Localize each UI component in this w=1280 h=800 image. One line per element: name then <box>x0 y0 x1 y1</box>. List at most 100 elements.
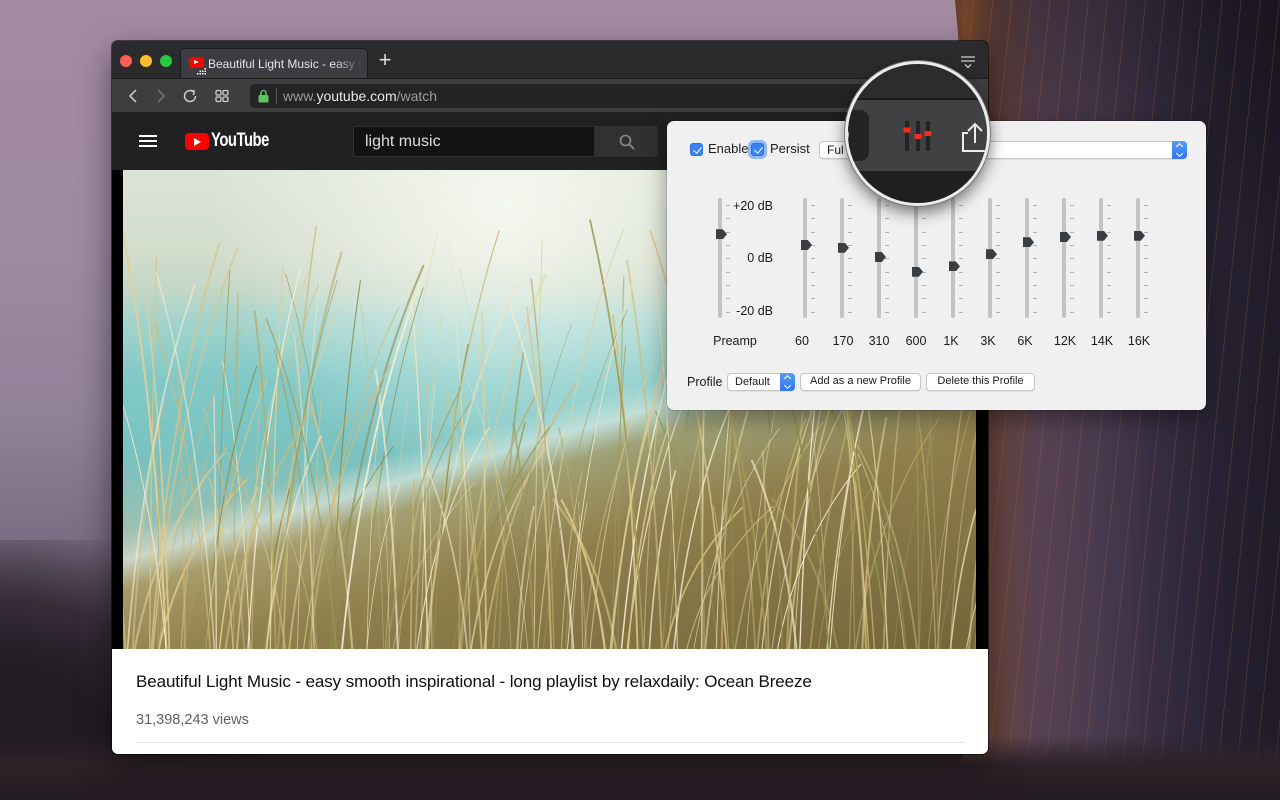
share-icon[interactable] <box>961 121 990 153</box>
slider-handle[interactable] <box>875 252 886 262</box>
address-separator <box>276 88 277 104</box>
slider-tick <box>1107 218 1111 220</box>
slider-track[interactable] <box>951 198 955 318</box>
slider-band-12k[interactable] <box>1060 198 1082 318</box>
slider-tick <box>848 271 852 273</box>
slider-track[interactable] <box>803 198 807 318</box>
slider-band-14k[interactable] <box>1097 198 1119 318</box>
back-icon[interactable] <box>126 88 142 104</box>
forward-icon[interactable] <box>152 88 168 104</box>
magnified-bookmark-icon <box>848 123 849 147</box>
slider-tick <box>1070 298 1074 300</box>
slider-track[interactable] <box>1025 198 1029 318</box>
delete-profile-button[interactable]: Delete this Profile <box>926 373 1035 391</box>
slider-track[interactable] <box>1136 198 1140 318</box>
slider-band-310[interactable] <box>875 198 897 318</box>
slider-band-1k[interactable] <box>949 198 971 318</box>
tab-active[interactable]: Beautiful Light Music - easy s <box>180 48 368 78</box>
slider-track[interactable] <box>1062 198 1066 318</box>
slider-tick <box>959 205 963 206</box>
youtube-favicon-icon <box>189 57 204 68</box>
profile-select-value: Default <box>735 376 770 388</box>
slider-tick <box>726 271 730 273</box>
slider-track[interactable] <box>718 198 722 318</box>
slider-tick <box>959 311 963 313</box>
equalizer-extension-icon[interactable] <box>901 119 935 153</box>
hamburger-menu-icon[interactable] <box>139 134 157 148</box>
slider-handle[interactable] <box>1060 232 1071 242</box>
slider-tick <box>922 311 926 313</box>
slider-tick <box>811 258 815 260</box>
slider-tick <box>1107 311 1111 313</box>
slider-tick <box>1144 271 1148 273</box>
slider-tick <box>922 218 926 220</box>
reload-icon[interactable] <box>182 88 198 104</box>
slider-tick <box>1033 298 1037 300</box>
slider-track[interactable] <box>840 198 844 318</box>
slider-tick <box>1070 271 1074 273</box>
minimize-window-button[interactable] <box>140 55 152 67</box>
search-button[interactable] <box>594 126 658 157</box>
slider-tick <box>885 285 889 286</box>
slider-tick <box>885 258 889 260</box>
slider-tick <box>811 298 815 300</box>
slider-tick <box>996 285 1000 286</box>
slider-band-16k[interactable] <box>1134 198 1156 318</box>
close-window-button[interactable] <box>120 55 132 67</box>
slider-tick <box>1144 258 1148 260</box>
new-tab-button[interactable]: + <box>375 48 395 72</box>
slider-tick <box>996 245 1000 246</box>
slider-handle[interactable] <box>912 266 923 277</box>
tab-grid-icon[interactable] <box>214 88 230 104</box>
zoom-window-button[interactable] <box>160 55 172 67</box>
slider-tick <box>1107 285 1111 286</box>
slider-tick <box>811 271 815 273</box>
slider-tick <box>726 285 730 286</box>
slider-tick <box>959 271 963 273</box>
youtube-logo-text[interactable]: YouTube <box>211 130 269 152</box>
slider-band-600[interactable] <box>912 198 934 318</box>
slider-band-3k[interactable] <box>986 198 1008 318</box>
slider-tick <box>996 298 1000 300</box>
add-profile-button[interactable]: Add as a new Profile <box>800 373 921 391</box>
slider-tick <box>1107 298 1111 300</box>
address-bar[interactable]: www.youtube.com/watch <box>250 84 872 108</box>
slider-tick <box>726 311 730 313</box>
profile-select[interactable]: Default <box>727 373 795 391</box>
slider-band-6k[interactable] <box>1023 198 1045 318</box>
slider-tick <box>848 245 852 246</box>
slider-tick <box>1107 245 1111 246</box>
slider-tick <box>726 298 730 300</box>
video-view-count: 31,398,243 views <box>136 712 249 728</box>
slider-preamp[interactable] <box>716 198 738 318</box>
slider-tick <box>959 231 963 233</box>
slider-tick <box>1070 311 1074 313</box>
slider-tick <box>1144 245 1148 246</box>
slider-tick <box>811 218 815 220</box>
video-info: Beautiful Light Music - easy smooth insp… <box>112 649 988 754</box>
slider-tick <box>1033 258 1037 260</box>
slider-tick <box>1070 231 1074 233</box>
magnified-toolbar <box>848 64 990 203</box>
slider-tick <box>1033 205 1037 206</box>
slider-tick <box>1107 271 1111 273</box>
slider-tick <box>959 218 963 220</box>
slider-tick <box>1107 258 1111 260</box>
magnified-address-bar-end <box>848 110 869 161</box>
magnified-tab-bar <box>848 64 987 100</box>
audio-playing-icon[interactable] <box>197 68 206 75</box>
slider-handle[interactable] <box>949 261 960 272</box>
slider-handle[interactable] <box>801 240 812 250</box>
slider-tick <box>1033 245 1037 246</box>
url-path: /watch <box>396 88 438 104</box>
slider-track[interactable] <box>914 198 918 318</box>
slider-band-170[interactable] <box>838 198 860 318</box>
slider-tick <box>922 298 926 300</box>
slider-track[interactable] <box>1099 198 1103 318</box>
search-input[interactable]: light music <box>353 126 594 157</box>
youtube-logo-icon[interactable] <box>185 133 209 150</box>
url-prefix: www. <box>283 88 317 104</box>
slider-tick <box>1144 231 1148 233</box>
url-text[interactable]: www.youtube.com/watch <box>283 88 437 104</box>
slider-band-60[interactable] <box>801 198 823 318</box>
